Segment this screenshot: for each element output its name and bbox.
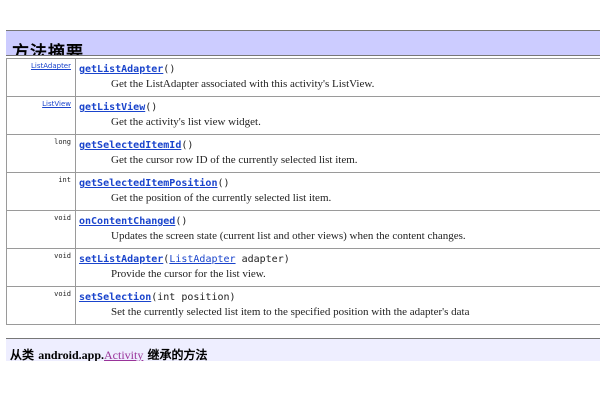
- method-params: (int position): [151, 292, 236, 303]
- method-name-link[interactable]: setSelection: [79, 292, 151, 303]
- table-row: ListAdapter getListAdapter() Get the ListA…: [6, 58, 600, 97]
- table-row: void setSelection(int position) Set the cu…: [6, 286, 600, 325]
- method-cell: getListView() Get the activity's list vie…: [75, 96, 600, 135]
- section-title: 方法摘要: [12, 43, 84, 56]
- return-type-cell: void: [6, 248, 76, 287]
- table-row: void onContentChanged() Updates the screen…: [6, 210, 600, 249]
- table-row: ListView getListView() Get the activity's …: [6, 96, 600, 135]
- method-name-link[interactable]: setListAdapter: [79, 254, 163, 265]
- return-type-cell: int: [6, 172, 76, 211]
- method-params: (): [175, 216, 188, 227]
- method-description: Get the ListAdapter associated with this…: [111, 78, 375, 90]
- inherited-package: android.app.: [38, 348, 105, 361]
- method-summary-table: ListAdapter getListAdapter() Get the ListA…: [6, 58, 600, 325]
- method-signature: getSelectedItemPosition(): [79, 176, 597, 191]
- method-name-link[interactable]: getListAdapter: [79, 64, 163, 75]
- return-type-cell: void: [6, 286, 76, 325]
- return-type: long: [54, 138, 71, 146]
- method-description: Get the position of the currently select…: [111, 192, 332, 204]
- inherited-suffix: 继承的方法: [147, 348, 208, 361]
- table-row: int getSelectedItemPosition() Get the posi…: [6, 172, 600, 211]
- method-params: (): [181, 140, 194, 151]
- inherited-methods-header: 从类 android.app.Activity 继承的方法: [6, 338, 600, 361]
- method-name-link[interactable]: getSelectedItemPosition: [79, 178, 217, 189]
- method-name-link[interactable]: getListView: [79, 102, 145, 113]
- method-signature: setListAdapter(ListAdapter adapter): [79, 252, 597, 267]
- method-summary-header: 方法摘要: [6, 30, 600, 56]
- method-description: Provide the cursor for the list view.: [111, 268, 266, 280]
- method-signature: onContentChanged(): [79, 214, 597, 229]
- param-type-link[interactable]: ListAdapter: [169, 254, 235, 265]
- table-row: void setListAdapter(ListAdapter adapter) P…: [6, 248, 600, 287]
- return-type: int: [58, 176, 71, 184]
- return-type-cell: ListAdapter: [6, 58, 76, 97]
- method-cell: getSelectedItemPosition() Get the positio…: [75, 172, 600, 211]
- table-row: long getSelectedItemId() Get the cursor ro…: [6, 134, 600, 173]
- return-type: void: [54, 252, 71, 260]
- return-type-cell: ListView: [6, 96, 76, 135]
- method-params: (): [145, 102, 158, 113]
- method-signature: getSelectedItemId(): [79, 138, 597, 153]
- method-signature: getListView(): [79, 100, 597, 115]
- return-type-link[interactable]: ListView: [42, 100, 71, 108]
- method-cell: getListAdapter() Get the ListAdapter asso…: [75, 58, 600, 97]
- method-cell: onContentChanged() Updates the screen sta…: [75, 210, 600, 249]
- inherited-class-link[interactable]: Activity: [104, 348, 143, 361]
- method-description: Set the currently selected list item to …: [111, 306, 470, 318]
- method-cell: setSelection(int position) Set the curren…: [75, 286, 600, 325]
- method-cell: setListAdapter(ListAdapter adapter) Provi…: [75, 248, 600, 287]
- method-signature: setSelection(int position): [79, 290, 597, 305]
- return-type-cell: long: [6, 134, 76, 173]
- method-description: Updates the screen state (current list a…: [111, 230, 466, 242]
- inherited-prefix: 从类: [10, 348, 35, 361]
- method-signature: getListAdapter(): [79, 62, 597, 77]
- method-description: Get the cursor row ID of the currently s…: [111, 154, 358, 166]
- method-name-link[interactable]: onContentChanged: [79, 216, 175, 227]
- method-description: Get the activity's list view widget.: [111, 116, 261, 128]
- inherited-heading: 从类 android.app.Activity 继承的方法: [10, 346, 208, 361]
- return-type-cell: void: [6, 210, 76, 249]
- method-params: (): [163, 64, 176, 75]
- return-type: void: [54, 290, 71, 298]
- method-params-rest: adapter): [235, 254, 290, 265]
- method-params: (): [217, 178, 230, 189]
- method-name-link[interactable]: getSelectedItemId: [79, 140, 181, 151]
- return-type: void: [54, 214, 71, 222]
- return-type-link[interactable]: ListAdapter: [31, 62, 71, 70]
- method-cell: getSelectedItemId() Get the cursor row ID…: [75, 134, 600, 173]
